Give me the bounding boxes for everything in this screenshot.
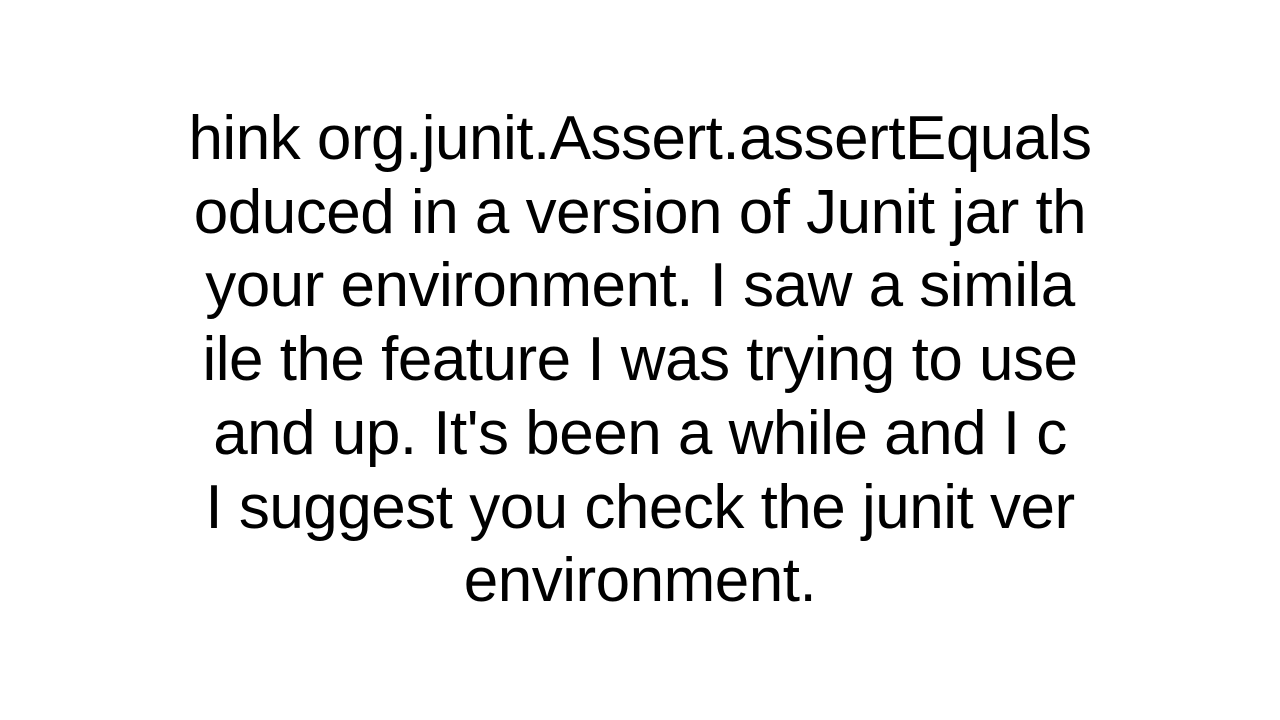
text-line-7: environment. — [188, 544, 1091, 618]
text-line-3: your environment. I saw a simila — [188, 249, 1091, 323]
text-line-1: hink org.junit.Assert.assertEquals — [188, 102, 1091, 176]
text-line-4: ile the feature I was trying to use — [188, 323, 1091, 397]
text-line-2: oduced in a version of Junit jar th — [188, 176, 1091, 250]
text-line-5: and up. It's been a while and I c — [188, 397, 1091, 471]
text-line-6: I suggest you check the junit ver — [188, 471, 1091, 545]
cropped-text-block: hink org.junit.Assert.assertEquals oduce… — [188, 102, 1091, 618]
